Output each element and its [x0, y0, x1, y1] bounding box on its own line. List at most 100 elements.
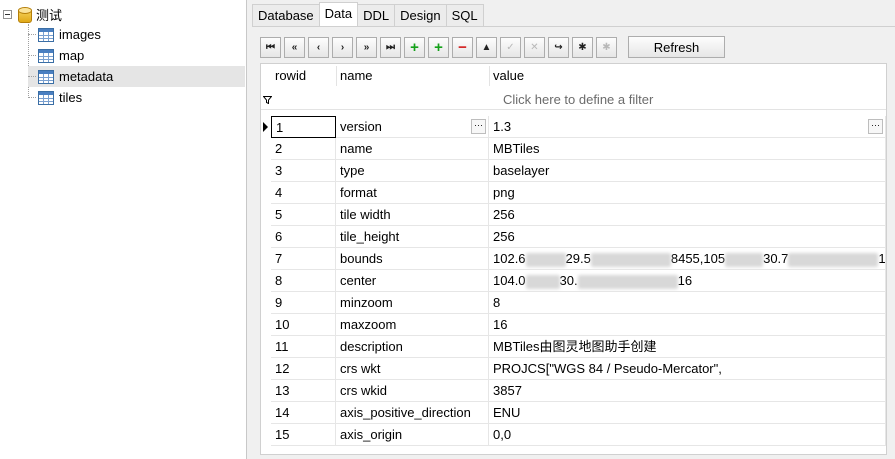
column-header-value[interactable]: value [489, 64, 886, 88]
cell-value[interactable]: MBTiles [489, 138, 886, 160]
cell-name[interactable]: format [336, 182, 489, 204]
refresh-data-button[interactable]: ↪ [548, 36, 569, 58]
table-row[interactable]: 15 axis_origin 0,0 [261, 424, 886, 446]
cell-value[interactable]: 1.3 [489, 116, 886, 138]
redacted-region [525, 274, 560, 289]
filter-row[interactable]: Click here to define a filter [261, 88, 886, 110]
cell-rowid[interactable]: 8 [271, 270, 336, 292]
tab-database[interactable]: Database [252, 4, 320, 26]
cell-value[interactable]: 102.6 29.5 8455,105 30.7 12 [489, 248, 886, 270]
apply-updates-button[interactable]: ✱ [572, 36, 593, 58]
table-row[interactable]: 4 format png [261, 182, 886, 204]
cell-name[interactable]: center [336, 270, 489, 292]
post-edit-button[interactable]: ✓ [500, 36, 521, 58]
cell-name[interactable]: crs wkid [336, 380, 489, 402]
tree-item-tiles[interactable]: tiles [28, 87, 245, 108]
table-row[interactable]: 7bounds 102.6 29.5 8455,105 30.7 12 [261, 248, 886, 270]
table-row[interactable]: 3 type baselayer [261, 160, 886, 182]
insert-record-button[interactable]: + [404, 36, 425, 58]
tree-item-metadata[interactable]: metadata [28, 66, 245, 87]
cancel-updates-button[interactable]: ✱ [596, 36, 617, 58]
cell-rowid[interactable]: 14 [271, 402, 336, 424]
cell-rowid[interactable]: 12 [271, 358, 336, 380]
tab-sql[interactable]: SQL [445, 4, 484, 26]
cell-rowid[interactable]: 10 [271, 314, 336, 336]
table-row[interactable]: 5 tile width 256 [261, 204, 886, 226]
cell-name[interactable]: axis_origin [336, 424, 489, 446]
cell-rowid[interactable]: 4 [271, 182, 336, 204]
next-record-button[interactable]: › [332, 36, 353, 58]
redacted-region [788, 252, 879, 267]
cell-value[interactable]: PROJCS["WGS 84 / Pseudo-Mercator", [489, 358, 886, 380]
tab-design[interactable]: Design [394, 4, 447, 26]
prior-record-button[interactable]: ‹ [308, 36, 329, 58]
column-header-rowid[interactable]: rowid [271, 64, 336, 88]
delete-record-button[interactable]: − [452, 36, 473, 58]
cell-value[interactable]: 8 [489, 292, 886, 314]
cell-value[interactable]: 0,0 [489, 424, 886, 446]
cell-name[interactable]: tile width [336, 204, 489, 226]
cell-value[interactable]: 104.0 30. 16 [489, 270, 886, 292]
cell-value[interactable]: baselayer [489, 160, 886, 182]
next-page-button[interactable]: » [356, 36, 377, 58]
cell-rowid[interactable]: 1 [271, 116, 336, 138]
table-row[interactable]: 10 maxzoom 16 [261, 314, 886, 336]
column-header-name[interactable]: name [336, 64, 489, 88]
cell-rowid[interactable]: 11 [271, 336, 336, 358]
tab-ddl[interactable]: DDL [357, 4, 396, 26]
table-row[interactable]: 1 version 1.3 ··· ··· [261, 116, 886, 138]
cell-value[interactable]: 3857 [489, 380, 886, 402]
table-row[interactable]: 11 description MBTiles由图灵地图助手创建 [261, 336, 886, 358]
table-row[interactable]: 9 minzoom 8 [261, 292, 886, 314]
refresh-button[interactable]: Refresh [628, 36, 725, 58]
cell-value[interactable]: 256 [489, 226, 886, 248]
cell-rowid[interactable]: 3 [271, 160, 336, 182]
cell-name[interactable]: minzoom [336, 292, 489, 314]
first-record-button[interactable]: ⏮ [260, 36, 281, 58]
cell-name[interactable]: crs wkt [336, 358, 489, 380]
value-fragment: 30.7 [763, 251, 789, 266]
tree-item-label: metadata [59, 69, 114, 84]
cancel-edit-button[interactable]: ✕ [524, 36, 545, 58]
last-record-button[interactable]: ⏭ [380, 36, 401, 58]
cell-rowid[interactable]: 15 [271, 424, 336, 446]
tree-item-images[interactable]: images [28, 24, 245, 45]
cell-value[interactable]: MBTiles由图灵地图助手创建 [489, 336, 886, 358]
edit-name-ellipsis-button[interactable]: ··· [471, 119, 486, 134]
cell-name[interactable]: maxzoom [336, 314, 489, 336]
cell-name[interactable]: version [336, 116, 489, 138]
cell-rowid[interactable]: 6 [271, 226, 336, 248]
cell-value[interactable]: 16 [489, 314, 886, 336]
cell-rowid[interactable]: 13 [271, 380, 336, 402]
data-grid[interactable]: rowid name value Click here to define a … [260, 63, 887, 455]
table-row[interactable]: 8 center 104.0 30. 16 [261, 270, 886, 292]
cell-value[interactable]: png [489, 182, 886, 204]
prior-page-button[interactable]: « [284, 36, 305, 58]
edit-value-ellipsis-button[interactable]: ··· [868, 119, 883, 134]
table-row[interactable]: 12 crs wkt PROJCS["WGS 84 / Pseudo-Mercato… [261, 358, 886, 380]
value-text: MBTiles由图灵地图助手创建 [493, 339, 657, 354]
cell-rowid[interactable]: 2 [271, 138, 336, 160]
cell-name[interactable]: type [336, 160, 489, 182]
cell-rowid[interactable]: 9 [271, 292, 336, 314]
table-row[interactable]: 6 tile_height 256 [261, 226, 886, 248]
cell-name[interactable]: name [336, 138, 489, 160]
plus-append-icon: + [434, 38, 443, 56]
edit-record-button[interactable]: ▲ [476, 36, 497, 58]
cell-rowid[interactable]: 7 [271, 248, 336, 270]
cell-value[interactable]: ENU [489, 402, 886, 424]
tab-data[interactable]: Data [318, 2, 359, 26]
tree-item-map[interactable]: map [28, 45, 245, 66]
table-row[interactable]: 13 crs wkid 3857 [261, 380, 886, 402]
collapse-icon[interactable] [3, 9, 12, 19]
cell-name[interactable]: description [336, 336, 489, 358]
append-record-button[interactable]: + [428, 36, 449, 58]
cell-value[interactable]: 256 [489, 204, 886, 226]
cell-rowid[interactable]: 5 [271, 204, 336, 226]
tree-root-database[interactable]: 测试 [3, 4, 62, 24]
cell-name[interactable]: bounds [336, 248, 489, 270]
cell-name[interactable]: axis_positive_direction [336, 402, 489, 424]
cell-name[interactable]: tile_height [336, 226, 489, 248]
table-row[interactable]: 2 name MBTiles [261, 138, 886, 160]
table-row[interactable]: 14 axis_positive_direction ENU [261, 402, 886, 424]
